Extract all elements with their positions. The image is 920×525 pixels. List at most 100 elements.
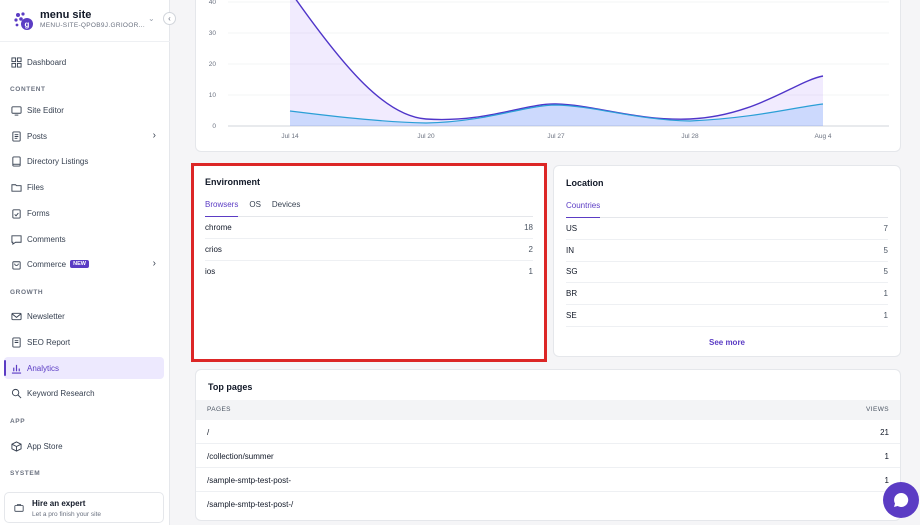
sidebar-item-label: Newsletter (27, 311, 65, 321)
sidebar-item-label: Site Editor (27, 105, 64, 115)
list-item: SG 5 (566, 261, 888, 283)
page-views: 1 (884, 476, 889, 485)
country-count: 1 (883, 311, 888, 320)
svg-text:g: g (25, 20, 30, 29)
mail-icon (11, 311, 22, 322)
page-path: /collection/summer (207, 452, 274, 461)
x-tick-label: Jul 20 (417, 133, 435, 140)
section-growth: GROWTH (10, 289, 44, 296)
sidebar-item-posts[interactable]: Posts › (4, 125, 164, 147)
comment-icon (11, 234, 22, 245)
sidebar-item-seo-report[interactable]: SEO Report (4, 331, 164, 353)
country-code: SG (566, 267, 578, 276)
sidebar-item-label: SEO Report (27, 337, 71, 347)
sidebar-item-files[interactable]: Files (4, 176, 164, 198)
x-tick-label: Jul 28 (681, 133, 699, 140)
x-tick-label: Jul 14 (281, 133, 299, 140)
sidebar-item-analytics[interactable]: Analytics (4, 357, 164, 379)
list-item: ios 1 (205, 260, 533, 282)
folder-icon (11, 182, 22, 193)
collapse-sidebar-button[interactable]: ‹ (163, 12, 176, 25)
tab-os[interactable]: OS (249, 199, 261, 217)
see-more-link[interactable]: See more (554, 338, 900, 347)
list-item: SE 1 (566, 305, 888, 327)
list-item: IN 5 (566, 240, 888, 262)
sidebar-item-label: Dashboard (27, 57, 67, 67)
section-system: SYSTEM (10, 470, 41, 477)
country-count: 1 (883, 289, 888, 298)
chevron-right-icon: › (152, 130, 156, 141)
list-item: chrome 18 (205, 217, 533, 239)
sidebar-item-site-editor[interactable]: Site Editor (4, 99, 164, 121)
country-count: 5 (883, 267, 888, 276)
new-badge: NEW (70, 260, 89, 268)
chevron-right-icon: › (152, 258, 156, 269)
table-row[interactable]: /sample-smtp-test-post- 1 (196, 468, 900, 492)
page-views: 1 (884, 452, 889, 461)
country-count: 7 (883, 224, 888, 233)
site-header[interactable]: g menu site MENU-SITE-QPOB9J.GRIOOR... ⌄ (0, 0, 170, 42)
table-row[interactable]: /collection/summer 1 (196, 444, 900, 468)
y-tick-label: 30 (209, 30, 217, 37)
country-code: BR (566, 289, 578, 298)
sidebar-item-directory-listings[interactable]: Directory Listings (4, 150, 164, 172)
top-pages-title: Top pages (208, 382, 253, 392)
x-tick-label: Aug 4 (815, 133, 832, 140)
visitors-chart: 40 30 20 10 0 Jul 14 Jul 20 Jul 27 Jul 28 Aug 4 (209, 0, 889, 140)
browser-count: 18 (524, 223, 533, 232)
tab-countries[interactable]: Countries (566, 200, 601, 218)
package-icon (11, 440, 22, 452)
tab-browsers[interactable]: Browsers (205, 199, 239, 217)
page-views: 21 (880, 428, 889, 437)
page-path: /sample-smtp-test-post-/ (207, 500, 294, 509)
browser-count: 2 (528, 245, 533, 254)
sidebar-item-comments[interactable]: Comments (4, 228, 164, 250)
hire-expert-subtitle: Let a pro finish your site (32, 511, 102, 518)
site-name: menu site (40, 9, 92, 21)
sidebar-item-label: Keyword Research (27, 388, 95, 398)
sidebar-item-label: Directory Listings (27, 156, 89, 166)
sidebar-item-newsletter[interactable]: Newsletter (4, 305, 164, 327)
y-tick-label: 40 (209, 0, 217, 6)
y-tick-label: 20 (209, 61, 217, 68)
table-row[interactable]: / 21 (196, 420, 900, 444)
table-row[interactable]: /sample-smtp-test-post-/ (196, 492, 900, 516)
tab-devices[interactable]: Devices (272, 199, 300, 217)
hire-expert-button[interactable]: Hire an expert Let a pro finish your sit… (4, 492, 164, 523)
site-switcher-chevron-icon[interactable]: ⌄ (148, 14, 155, 23)
sidebar-item-label: Comments (27, 234, 66, 244)
column-header-views: VIEWS (866, 406, 889, 413)
sidebar-item-forms[interactable]: Forms (4, 202, 164, 224)
sidebar-item-commerce[interactable]: Commerce NEW › (4, 253, 164, 275)
list-item: BR 1 (566, 283, 888, 305)
page-path: /sample-smtp-test-post- (207, 476, 292, 485)
sidebar-item-dashboard[interactable]: Dashboard (4, 51, 164, 73)
country-code: IN (566, 246, 574, 255)
dashboard-icon (11, 56, 22, 68)
sidebar-item-app-store[interactable]: App Store (4, 435, 164, 457)
country-code: SE (566, 311, 577, 320)
book-icon (11, 155, 22, 167)
page-path: / (207, 428, 210, 437)
location-title: Location (566, 178, 604, 188)
sidebar-item-keyword-research[interactable]: Keyword Research (4, 382, 164, 404)
sidebar-item-label: Forms (27, 208, 50, 218)
shopping-bag-icon (11, 259, 22, 270)
chat-support-button[interactable] (883, 482, 919, 518)
browser-name: ios (205, 266, 216, 276)
briefcase-icon (14, 504, 24, 512)
sidebar-item-label: Analytics (27, 363, 60, 373)
list-item: crios 2 (205, 239, 533, 261)
list-item: US 7 (566, 218, 888, 240)
document-icon (11, 130, 22, 142)
x-tick-label: Jul 27 (547, 133, 565, 140)
sidebar-item-label: App Store (27, 441, 63, 451)
sidebar-item-label: Commerce (27, 259, 67, 269)
table-header: PAGES VIEWS (196, 400, 900, 420)
country-count: 5 (883, 246, 888, 255)
environment-tabs: Browsers OS Devices (205, 199, 533, 217)
environment-title: Environment (205, 177, 261, 187)
report-icon (11, 336, 22, 348)
site-logo-icon: g (14, 12, 33, 30)
bar-chart-icon (11, 363, 22, 374)
